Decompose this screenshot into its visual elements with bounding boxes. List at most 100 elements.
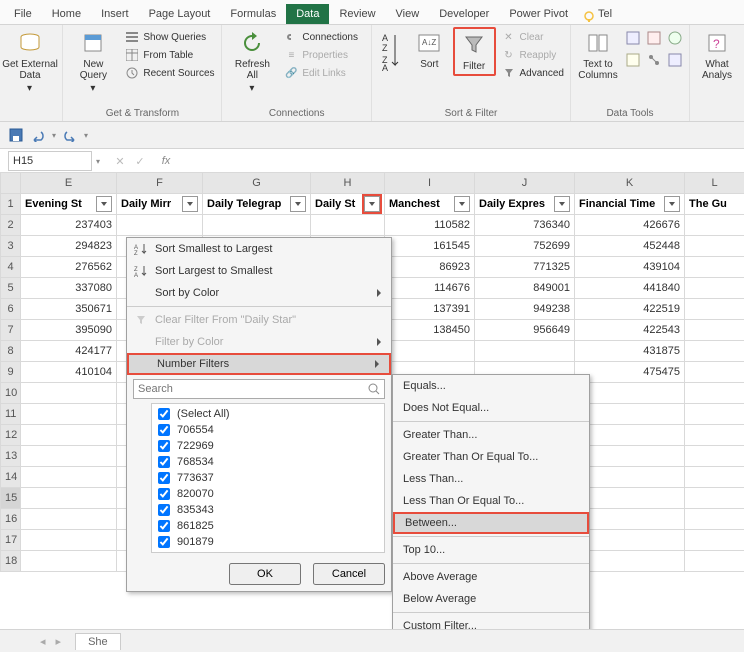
row-header-14[interactable]: 14: [1, 467, 21, 488]
fx-icon[interactable]: fx: [158, 155, 174, 167]
namebox-dropdown-icon[interactable]: ▾: [96, 157, 100, 166]
filter-dropdown-E[interactable]: [96, 196, 112, 212]
sheet-nav-next-icon[interactable]: ▸: [56, 635, 62, 648]
filter-value-item[interactable]: 861825: [154, 518, 382, 534]
filter-value-item[interactable]: 773637: [154, 470, 382, 486]
cell-J2[interactable]: 736340: [475, 215, 575, 236]
sort-largest-smallest[interactable]: ZASort Largest to Smallest: [127, 260, 391, 282]
filter-select-all[interactable]: (Select All): [154, 406, 382, 422]
filter-less-eq[interactable]: Less Than Or Equal To...: [393, 490, 589, 512]
filter-values-list[interactable]: (Select All) 706554722969768534773637820…: [151, 403, 385, 553]
cell-E3[interactable]: 294823: [21, 236, 117, 257]
cell-E4[interactable]: 276562: [21, 257, 117, 278]
sheet-tab-1[interactable]: She: [75, 633, 121, 650]
refresh-all-button[interactable]: Refresh All ▾: [226, 27, 278, 93]
redo-button[interactable]: [62, 127, 78, 143]
cell-K5[interactable]: 441840: [575, 278, 685, 299]
tab-developer[interactable]: Developer: [429, 4, 499, 24]
column-header-I[interactable]: I: [385, 173, 475, 194]
filter-above-avg[interactable]: Above Average: [393, 566, 589, 588]
filter-ok-button[interactable]: OK: [229, 563, 301, 585]
cell-G2[interactable]: [203, 215, 311, 236]
cell-I2[interactable]: 110582: [385, 215, 475, 236]
cell-L4[interactable]: [685, 257, 744, 278]
cell-J5[interactable]: 849001: [475, 278, 575, 299]
cell-K3[interactable]: 452448: [575, 236, 685, 257]
connections-button[interactable]: Connections: [282, 29, 360, 45]
column-header-J[interactable]: J: [475, 173, 575, 194]
cell-I7[interactable]: 138450: [385, 320, 475, 341]
cell-K4[interactable]: 439104: [575, 257, 685, 278]
filter-value-item[interactable]: 901879: [154, 534, 382, 550]
undo-button[interactable]: [30, 127, 46, 143]
row-header-4[interactable]: 4: [1, 257, 21, 278]
cell-E9[interactable]: 410104: [21, 362, 117, 383]
text-to-columns-button[interactable]: Text to Columns: [575, 27, 621, 83]
sort-smallest-largest[interactable]: AZSort Smallest to Largest: [127, 238, 391, 260]
cell-L6[interactable]: [685, 299, 744, 320]
tab-file[interactable]: File: [4, 4, 42, 24]
tab-formulas[interactable]: Formulas: [220, 4, 286, 24]
cell-E8[interactable]: 424177: [21, 341, 117, 362]
cell-I3[interactable]: 161545: [385, 236, 475, 257]
cell-J8[interactable]: [475, 341, 575, 362]
tab-page-layout[interactable]: Page Layout: [139, 4, 221, 24]
filter-between[interactable]: Between...: [393, 512, 589, 534]
row-header-16[interactable]: 16: [1, 509, 21, 530]
row-header-11[interactable]: 11: [1, 404, 21, 425]
row-header-3[interactable]: 3: [1, 236, 21, 257]
cell-E7[interactable]: 395090: [21, 320, 117, 341]
cell-L3[interactable]: [685, 236, 744, 257]
tab-power-pivot[interactable]: Power Pivot: [499, 4, 578, 24]
tell-me-label[interactable]: Tel: [596, 4, 622, 24]
row-header-15[interactable]: 15: [1, 488, 21, 509]
filter-value-item[interactable]: 706554: [154, 422, 382, 438]
cell-E2[interactable]: 237403: [21, 215, 117, 236]
new-query-button[interactable]: New Query ▾: [67, 27, 119, 93]
number-filters[interactable]: Number Filters: [127, 353, 391, 375]
row-header-10[interactable]: 10: [1, 383, 21, 404]
cell-J7[interactable]: 956649: [475, 320, 575, 341]
filter-dropdown-J[interactable]: [554, 196, 570, 212]
cell-I5[interactable]: 114676: [385, 278, 475, 299]
row-header-2[interactable]: 2: [1, 215, 21, 236]
manage-data-model-icon[interactable]: [667, 52, 685, 71]
row-header-8[interactable]: 8: [1, 341, 21, 362]
filter-less-than[interactable]: Less Than...: [393, 468, 589, 490]
filter-dropdown-H[interactable]: [364, 196, 380, 212]
sheet-nav-prev-icon[interactable]: ◂: [40, 635, 46, 648]
sort-button[interactable]: A↓Z Sort: [410, 27, 449, 72]
save-button[interactable]: [8, 127, 24, 143]
cell-E5[interactable]: 337080: [21, 278, 117, 299]
cell-K8[interactable]: 431875: [575, 341, 685, 362]
cell-K2[interactable]: 426676: [575, 215, 685, 236]
cell-L5[interactable]: [685, 278, 744, 299]
filter-dropdown-G[interactable]: [290, 196, 306, 212]
filter-dropdown-F[interactable]: [182, 196, 198, 212]
cell-J3[interactable]: 752699: [475, 236, 575, 257]
row-header-13[interactable]: 13: [1, 446, 21, 467]
cell-K7[interactable]: 422543: [575, 320, 685, 341]
row-header-7[interactable]: 7: [1, 320, 21, 341]
redo-dropdown-icon[interactable]: ▾: [84, 131, 88, 140]
advanced-filter-button[interactable]: Advanced: [500, 65, 566, 81]
filter-below-avg[interactable]: Below Average: [393, 588, 589, 610]
filter-dropdown-I[interactable]: [454, 196, 470, 212]
cell-K9[interactable]: 475475: [575, 362, 685, 383]
what-if-button[interactable]: ? What Analys: [694, 27, 740, 83]
filter-greater-than[interactable]: Greater Than...: [393, 424, 589, 446]
column-header-K[interactable]: K: [575, 173, 685, 194]
column-header-E[interactable]: E: [21, 173, 117, 194]
cell-I6[interactable]: 137391: [385, 299, 475, 320]
recent-sources-button[interactable]: Recent Sources: [123, 65, 216, 81]
cell-I4[interactable]: 86923: [385, 257, 475, 278]
get-external-data-button[interactable]: Get External Data ▾: [4, 27, 56, 93]
cell-K6[interactable]: 422519: [575, 299, 685, 320]
tab-home[interactable]: Home: [42, 4, 91, 24]
filter-value-item[interactable]: 768534: [154, 454, 382, 470]
filter-dropdown-K[interactable]: [664, 196, 680, 212]
filter-greater-eq[interactable]: Greater Than Or Equal To...: [393, 446, 589, 468]
consolidate-icon[interactable]: [625, 52, 643, 71]
name-box[interactable]: H15: [8, 151, 92, 171]
tab-view[interactable]: View: [386, 4, 430, 24]
